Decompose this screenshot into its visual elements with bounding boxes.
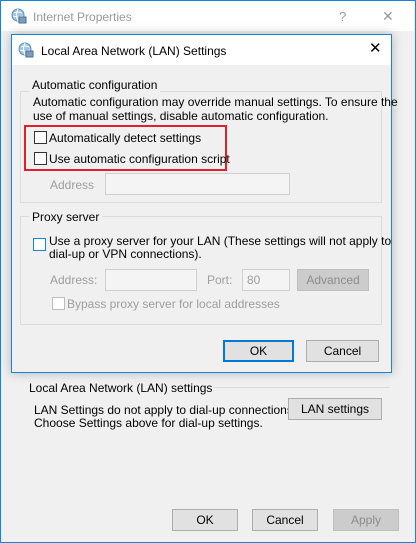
outer-close-button[interactable]: ✕ [382,9,394,23]
lan-settings-button[interactable]: LAN settings [288,398,382,420]
dialog-close-button[interactable]: ✕ [369,41,382,56]
lan-settings-dialog: Local Area Network (LAN) Settings ✕ Auto… [11,34,398,373]
outer-ok-button[interactable]: OK [172,509,238,531]
outer-apply-button[interactable]: Apply [333,509,399,531]
help-button[interactable]: ? [339,10,346,24]
advanced-button[interactable]: Advanced [297,269,369,291]
proxy-address-label: Address: [50,273,98,287]
outer-cancel-button[interactable]: Cancel [252,509,318,531]
auto-detect-checkbox[interactable] [34,131,47,144]
use-proxy-label-line1: Use a proxy server for your LAN (These s… [49,234,392,248]
dialog-cancel-button[interactable]: Cancel [306,340,379,362]
proxy-port-input[interactable]: 80 [242,269,290,291]
internet-globe-icon [11,8,27,24]
use-script-checkbox[interactable] [34,152,47,165]
script-address-label: Address [50,178,95,192]
proxy-server-legend: Proxy server [29,210,103,224]
use-script-label: Use automatic configuration script [49,152,230,166]
script-address-input[interactable] [105,173,290,195]
bypass-local-label: Bypass proxy server for local addresses [67,297,280,311]
auto-config-description-line2: use of manual settings, disable automati… [33,109,329,123]
outer-title-bar: Internet Properties ? ✕ [1,1,414,31]
dialog-title-bar: Local Area Network (LAN) Settings ✕ [12,35,391,65]
lan-info-line2: Choose Settings above for dial-up settin… [34,416,263,430]
automatic-configuration-legend: Automatic configuration [29,78,161,92]
outer-window-title: Internet Properties [33,10,132,24]
auto-detect-label: Automatically detect settings [49,131,202,145]
dialog-title: Local Area Network (LAN) Settings [41,44,227,58]
use-proxy-checkbox[interactable] [33,238,46,251]
bypass-local-checkbox[interactable] [52,297,65,310]
lan-section-legend: Local Area Network (LAN) settings [27,381,215,395]
dialog-ok-button[interactable]: OK [223,340,294,362]
proxy-address-input[interactable] [105,269,197,291]
proxy-port-label: Port: [207,273,233,287]
lan-info-line1: LAN Settings do not apply to dial-up con… [34,403,297,417]
use-proxy-label-line2: dial-up or VPN connections). [49,247,202,261]
internet-globe-icon [18,42,34,58]
auto-config-description-line1: Automatic configuration may override man… [33,95,398,109]
